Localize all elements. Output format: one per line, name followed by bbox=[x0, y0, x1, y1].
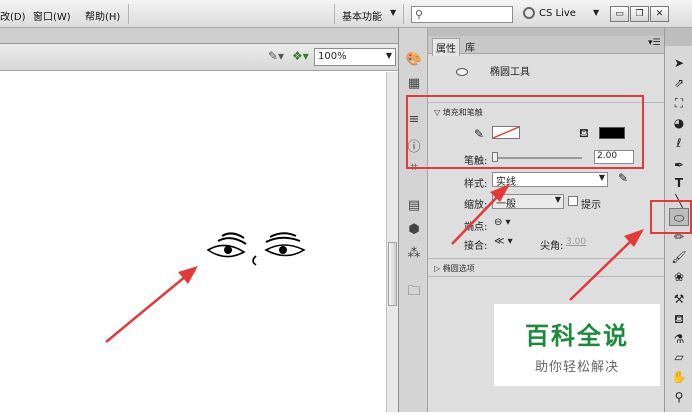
annotation-arrowhead bbox=[490, 184, 510, 202]
annotation-arrow bbox=[569, 239, 633, 301]
watermark-title: 百科全说 bbox=[525, 322, 629, 350]
annotation-arrow bbox=[451, 193, 501, 245]
watermark-subtitle: 助你轻松解决 bbox=[534, 360, 619, 375]
watermark: 百科全说 助你轻松解决 bbox=[494, 304, 660, 386]
